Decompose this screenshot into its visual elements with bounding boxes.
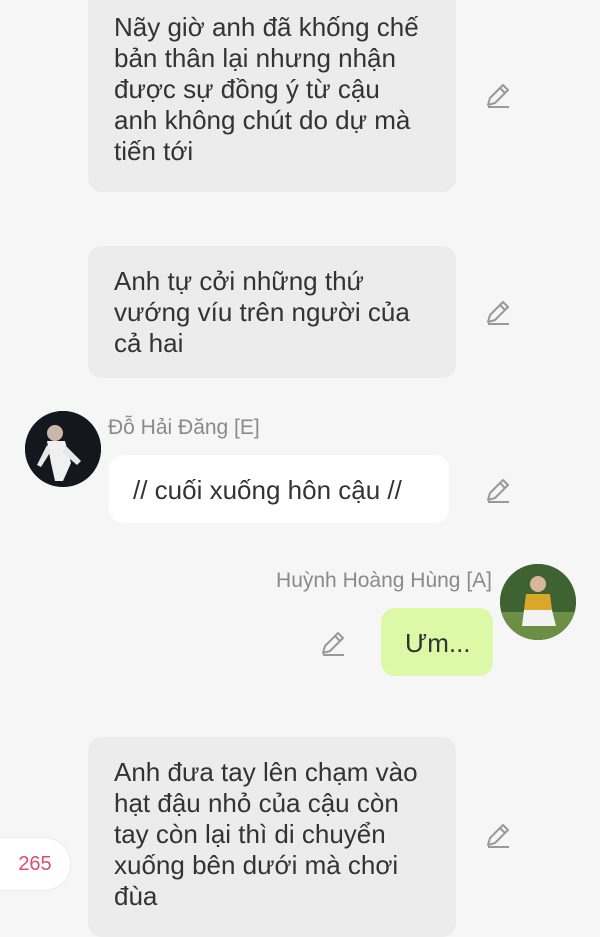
avatar[interactable] [500,564,576,640]
narration-bubble: Anh đưa tay lên chạm vào hạt đậu nhỏ của… [88,737,456,937]
sender-name: Đỗ Hải Đăng [E] [108,416,260,439]
narration-bubble: Anh tự cởi những thứ vướng víu trên ngườ… [88,246,456,378]
chat-bubble: Ưm... [381,608,493,676]
chat-text: // cuối xuống hôn cậu // [133,475,402,505]
person-avatar-icon [500,564,576,640]
narration-bubble: Nãy giờ anh đã khống chế bản thân lại nh… [88,0,456,192]
pencil-icon[interactable] [483,297,513,327]
comment-count: 265 [18,852,52,875]
narration-text: Anh tự cởi những thứ vướng víu trên ngườ… [114,266,410,358]
sender-name: Huỳnh Hoàng Hùng [A] [276,569,492,592]
pencil-icon[interactable] [483,80,513,110]
chat-bubble: // cuối xuống hôn cậu // [109,455,449,523]
avatar[interactable] [25,411,101,487]
pencil-icon[interactable] [318,628,348,658]
comment-count-badge[interactable]: 265 [0,838,70,890]
narration-text: Anh đưa tay lên chạm vào hạt đậu nhỏ của… [114,757,418,911]
narration-text: Nãy giờ anh đã khống chế bản thân lại nh… [114,12,419,166]
person-avatar-icon [25,411,101,487]
pencil-icon[interactable] [483,820,513,850]
chat-text: Ưm... [405,628,471,658]
pencil-icon[interactable] [483,475,513,505]
